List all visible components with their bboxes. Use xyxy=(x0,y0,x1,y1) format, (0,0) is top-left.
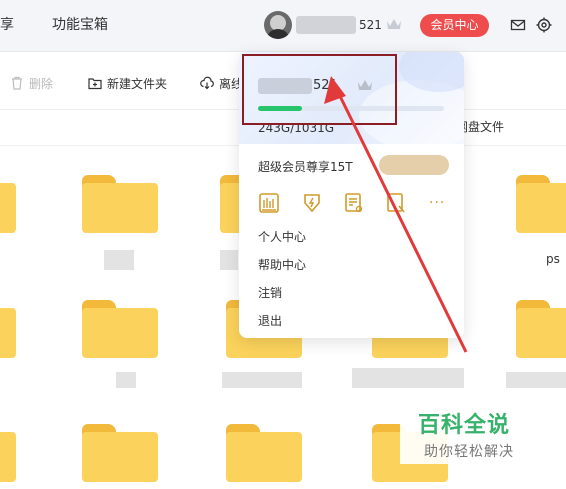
watermark-subtitle: 助你轻松解决 xyxy=(424,444,514,460)
settings-icon[interactable] xyxy=(536,17,552,33)
watermark-title: 百科全说 xyxy=(418,413,511,438)
top-bar: 享 功能宝箱 521 会员中心 xyxy=(0,0,566,52)
folder-item[interactable] xyxy=(82,424,158,482)
folder-item[interactable] xyxy=(516,175,566,233)
new-folder-button[interactable]: 新建文件夹 xyxy=(88,77,168,91)
folder-item[interactable] xyxy=(0,175,16,233)
avatar[interactable] xyxy=(264,11,292,39)
filename-blurred xyxy=(506,372,566,388)
folder-item[interactable] xyxy=(0,424,16,482)
vip-promo-text[interactable]: 超级会员尊享15T xyxy=(258,158,353,175)
folder-item[interactable] xyxy=(516,300,566,358)
filename-blurred xyxy=(104,250,134,270)
storage-icon[interactable] xyxy=(258,192,280,214)
filename-blurred xyxy=(352,368,464,388)
filename-ps: ps xyxy=(546,252,560,266)
watermark-logo: 百科全说 助你轻松解决 xyxy=(400,404,542,464)
crown-icon xyxy=(386,16,402,35)
vip-promo-badge[interactable] xyxy=(379,155,449,175)
filename-blurred xyxy=(222,372,302,388)
folder-item[interactable] xyxy=(226,424,302,482)
username-suffix: 521 xyxy=(359,18,382,32)
trash-icon xyxy=(12,76,22,90)
filename-blurred xyxy=(220,250,238,270)
folder-item[interactable] xyxy=(0,300,16,358)
menu-exit[interactable]: 退出 xyxy=(258,312,282,329)
annotation-highlight-box xyxy=(242,54,397,125)
cloud-download-icon xyxy=(200,76,214,90)
menu-profile[interactable]: 个人中心 xyxy=(258,228,306,245)
folder-item[interactable] xyxy=(82,300,158,358)
more-icon[interactable]: ··· xyxy=(429,195,451,217)
delete-label: 删除 xyxy=(29,77,54,91)
mail-icon[interactable] xyxy=(510,17,526,33)
delete-button[interactable]: 删除 xyxy=(12,76,54,91)
menu-logout-account[interactable]: 注销 xyxy=(258,284,282,301)
new-folder-label: 新建文件夹 xyxy=(107,77,168,91)
menu-help[interactable]: 帮助中心 xyxy=(258,256,306,273)
username-blurred xyxy=(296,16,356,34)
scan-icon[interactable] xyxy=(385,192,407,214)
folder-plus-icon xyxy=(88,78,102,90)
folder-item[interactable] xyxy=(82,175,158,233)
nav-share[interactable]: 享 xyxy=(0,16,14,34)
nav-tools[interactable]: 功能宝箱 xyxy=(52,16,108,34)
filename-blurred xyxy=(116,372,136,388)
document-icon[interactable] xyxy=(343,192,365,214)
speed-icon[interactable] xyxy=(301,192,323,214)
vip-center-button[interactable]: 会员中心 xyxy=(420,14,489,37)
